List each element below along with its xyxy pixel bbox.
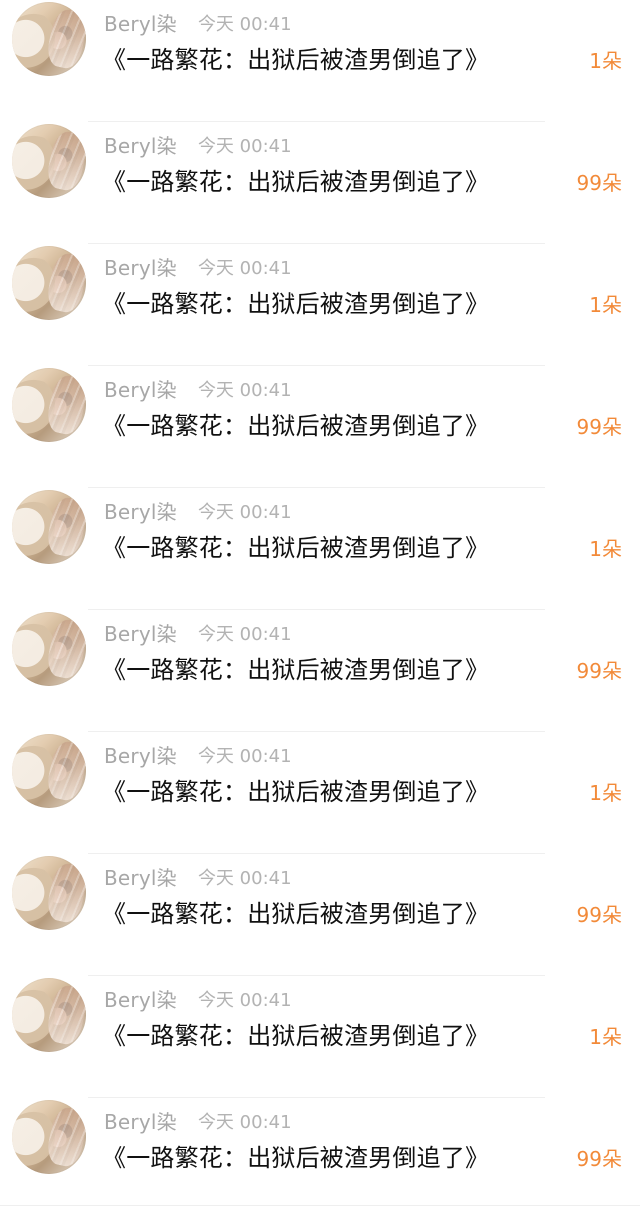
timestamp: 今天 00:41 [197,13,292,35]
avatar[interactable] [12,978,86,1052]
timestamp: 今天 00:41 [197,623,292,645]
list-item[interactable]: Beryl染 今天 00:41 《一路繁花：出狱后被渣男倒追了》 99朵 [0,854,640,976]
book-title-message: 《一路繁花：出狱后被渣男倒追了》 [102,46,490,74]
book-title-message: 《一路繁花：出狱后被渣男倒追了》 [102,656,490,684]
book-title-message: 《一路繁花：出狱后被渣男倒追了》 [102,778,490,806]
book-title-message: 《一路繁花：出狱后被渣男倒追了》 [102,290,490,318]
timestamp: 今天 00:41 [197,867,292,889]
flower-count: 1朵 [589,781,622,805]
username: Beryl染 [104,256,177,280]
book-title-message: 《一路繁花：出狱后被渣男倒追了》 [102,1144,490,1172]
list-item[interactable]: Beryl染 今天 00:41 《一路繁花：出狱后被渣男倒追了》 1朵 [0,0,640,122]
list-item[interactable]: Beryl染 今天 00:41 《一路繁花：出狱后被渣男倒追了》 1朵 [0,488,640,610]
timestamp: 今天 00:41 [197,989,292,1011]
item-meta: Beryl染 今天 00:41 [104,984,292,1012]
book-title-message: 《一路繁花：出狱后被渣男倒追了》 [102,168,490,196]
avatar[interactable] [12,612,86,686]
timestamp: 今天 00:41 [197,1111,292,1133]
avatar[interactable] [12,124,86,198]
username: Beryl染 [104,1110,177,1134]
item-meta: Beryl染 今天 00:41 [104,130,292,158]
flower-count: 99朵 [576,415,622,439]
timestamp: 今天 00:41 [197,257,292,279]
flower-count: 99朵 [576,1147,622,1171]
avatar[interactable] [12,2,86,76]
username: Beryl染 [104,500,177,524]
list-item[interactable]: Beryl染 今天 00:41 《一路繁花：出狱后被渣男倒追了》 99朵 [0,1098,640,1206]
list-item[interactable]: Beryl染 今天 00:41 《一路繁花：出狱后被渣男倒追了》 99朵 [0,366,640,488]
gift-record-list: Beryl染 今天 00:41 《一路繁花：出狱后被渣男倒追了》 1朵 Bery… [0,0,640,1206]
item-meta: Beryl染 今天 00:41 [104,496,292,524]
username: Beryl染 [104,988,177,1012]
avatar[interactable] [12,368,86,442]
book-title-message: 《一路繁花：出狱后被渣男倒追了》 [102,412,490,440]
item-meta: Beryl染 今天 00:41 [104,1106,292,1134]
list-item[interactable]: Beryl染 今天 00:41 《一路繁花：出狱后被渣男倒追了》 99朵 [0,610,640,732]
username: Beryl染 [104,134,177,158]
flower-count: 99朵 [576,171,622,195]
timestamp: 今天 00:41 [197,135,292,157]
book-title-message: 《一路繁花：出狱后被渣男倒追了》 [102,900,490,928]
username: Beryl染 [104,744,177,768]
avatar[interactable] [12,1100,86,1174]
list-item[interactable]: Beryl染 今天 00:41 《一路繁花：出狱后被渣男倒追了》 1朵 [0,732,640,854]
item-meta: Beryl染 今天 00:41 [104,862,292,890]
item-meta: Beryl染 今天 00:41 [104,8,292,36]
username: Beryl染 [104,622,177,646]
book-title-message: 《一路繁花：出狱后被渣男倒追了》 [102,534,490,562]
username: Beryl染 [104,866,177,890]
item-meta: Beryl染 今天 00:41 [104,618,292,646]
avatar[interactable] [12,734,86,808]
timestamp: 今天 00:41 [197,745,292,767]
list-item[interactable]: Beryl染 今天 00:41 《一路繁花：出狱后被渣男倒追了》 1朵 [0,976,640,1098]
list-item[interactable]: Beryl染 今天 00:41 《一路繁花：出狱后被渣男倒追了》 99朵 [0,122,640,244]
flower-count: 1朵 [589,537,622,561]
list-item[interactable]: Beryl染 今天 00:41 《一路繁花：出狱后被渣男倒追了》 1朵 [0,244,640,366]
flower-count: 1朵 [589,293,622,317]
timestamp: 今天 00:41 [197,379,292,401]
username: Beryl染 [104,12,177,36]
flower-count: 1朵 [589,49,622,73]
avatar[interactable] [12,490,86,564]
flower-count: 99朵 [576,903,622,927]
timestamp: 今天 00:41 [197,501,292,523]
avatar[interactable] [12,246,86,320]
item-meta: Beryl染 今天 00:41 [104,740,292,768]
avatar[interactable] [12,856,86,930]
username: Beryl染 [104,378,177,402]
book-title-message: 《一路繁花：出狱后被渣男倒追了》 [102,1022,490,1050]
flower-count: 1朵 [589,1025,622,1049]
flower-count: 99朵 [576,659,622,683]
item-meta: Beryl染 今天 00:41 [104,252,292,280]
item-meta: Beryl染 今天 00:41 [104,374,292,402]
